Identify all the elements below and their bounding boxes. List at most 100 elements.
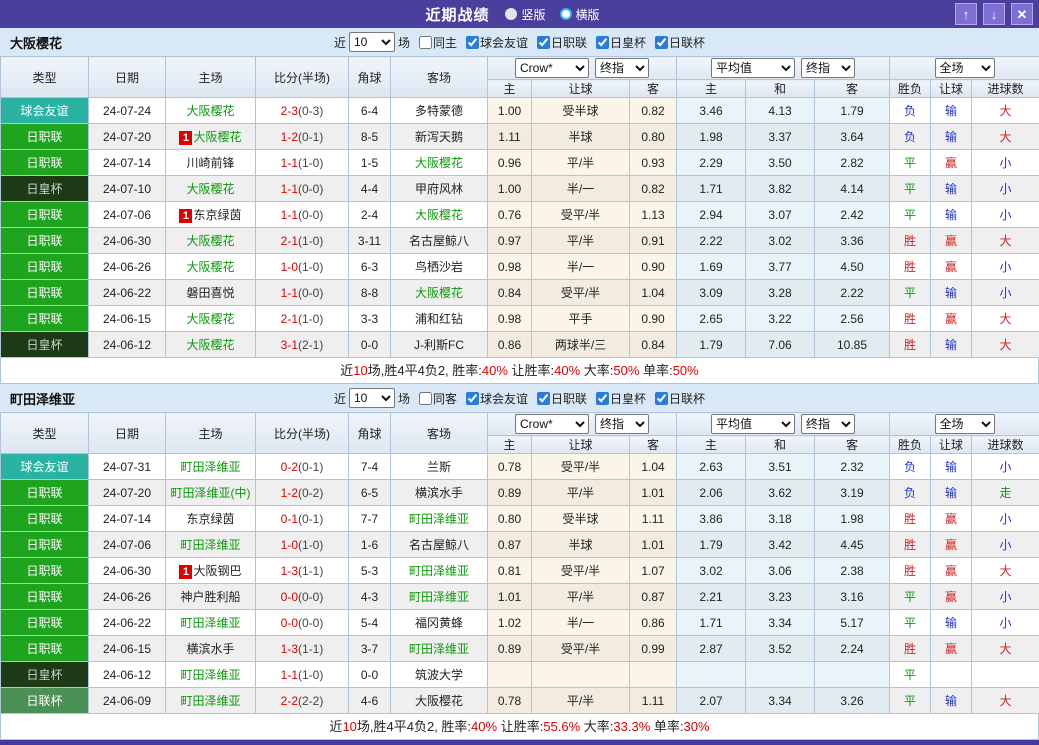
result-handicap: 赢	[945, 234, 957, 248]
home-odds: 0.98	[488, 254, 532, 280]
result-handicap: 输	[945, 338, 957, 352]
result-wdl-cell: 胜	[890, 558, 931, 584]
away-team-cell: 町田泽维亚	[391, 636, 488, 662]
home-team-name: 横滨水手	[186, 642, 234, 656]
odds-stage-select[interactable]: 终指	[595, 414, 649, 434]
same-venue-checkbox[interactable]	[419, 36, 432, 49]
match-row: 日皇杯24-06-12大阪樱花3-1(2-1)0-0J-利斯FC0.86两球半/…	[1, 332, 1039, 358]
bookmaker-select[interactable]: Crow*	[515, 58, 589, 78]
result-handicap-cell: 输	[931, 124, 972, 150]
away-odds: 0.80	[630, 124, 677, 150]
corner-count: 8-5	[349, 124, 391, 150]
result-handicap-cell: 输	[931, 480, 972, 506]
horizontal-layout-radio[interactable]	[560, 8, 572, 20]
result-handicap: 赢	[945, 642, 957, 656]
league-type-badge: 日职联	[1, 506, 89, 532]
avg-home-odds: 2.06	[677, 480, 746, 506]
odds-stage-select[interactable]: 终指	[595, 58, 649, 78]
avg-home-odds: 2.21	[677, 584, 746, 610]
close-button[interactable]: ✕	[1011, 3, 1033, 25]
move-up-button[interactable]: ↑	[955, 3, 977, 25]
corner-count: 3-11	[349, 228, 391, 254]
match-date: 24-06-22	[89, 280, 166, 306]
handicap-line: 受平/半	[532, 454, 630, 480]
avg-stage-select[interactable]: 终指	[801, 58, 855, 78]
away-team-cell: 多特蒙德	[391, 98, 488, 124]
result-goals-cell	[972, 662, 1039, 688]
result-goals-cell: 大	[972, 688, 1039, 714]
home-odds: 0.96	[488, 150, 532, 176]
same-venue-checkbox[interactable]	[419, 392, 432, 405]
league-filter-emperor-cup-checkbox[interactable]	[596, 392, 609, 405]
result-wdl-cell: 胜	[890, 532, 931, 558]
away-team-name: 浦和红钻	[415, 312, 463, 326]
away-team-name: 町田泽维亚	[409, 590, 469, 604]
result-wdl-cell: 胜	[890, 506, 931, 532]
corner-count: 3-7	[349, 636, 391, 662]
avg-stage-select[interactable]: 终指	[801, 414, 855, 434]
sub-header-goals: 进球数	[972, 80, 1039, 98]
league-type-badge: 日职联	[1, 202, 89, 228]
average-select[interactable]: 平均值	[711, 58, 795, 78]
away-odds: 0.93	[630, 150, 677, 176]
home-team-cell: 神户胜利船	[166, 584, 256, 610]
full-match-select[interactable]: 全场	[935, 414, 995, 434]
home-team-cell: 川崎前锋	[166, 150, 256, 176]
home-team-name: 町田泽维亚	[180, 668, 240, 682]
away-odds: 1.11	[630, 506, 677, 532]
result-goals: 大	[1000, 104, 1012, 118]
league-filter-friendly-checkbox[interactable]	[466, 392, 479, 405]
result-goals-cell: 大	[972, 306, 1039, 332]
league-filter-jleague-label: 日职联	[551, 390, 587, 407]
match-date: 24-06-09	[89, 688, 166, 714]
fulltime-score: 1-0	[281, 260, 298, 274]
away-team-name: 多特蒙德	[415, 104, 463, 118]
score-cell: 1-1(0-0)	[256, 202, 349, 228]
away-odds: 1.07	[630, 558, 677, 584]
bookmaker-select[interactable]: Crow*	[515, 414, 589, 434]
result-goals-cell: 小	[972, 532, 1039, 558]
handicap-line: 平/半	[532, 688, 630, 714]
result-wdl: 胜	[904, 538, 916, 552]
away-odds	[630, 662, 677, 688]
home-team-cell: 町田泽维亚	[166, 454, 256, 480]
away-odds: 0.90	[630, 254, 677, 280]
full-match-select[interactable]: 全场	[935, 58, 995, 78]
match-count-select[interactable]: 10	[349, 32, 395, 52]
sub-header-avg-away: 客	[815, 80, 890, 98]
average-select[interactable]: 平均值	[711, 414, 795, 434]
league-filter-league-cup-checkbox[interactable]	[655, 392, 668, 405]
handicap-line: 半/一	[532, 176, 630, 202]
match-count-select[interactable]: 10	[349, 388, 395, 408]
sub-header-home-odds: 主	[488, 436, 532, 454]
league-filter-jleague-checkbox[interactable]	[537, 392, 550, 405]
result-goals-cell: 小	[972, 176, 1039, 202]
result-handicap: 赢	[945, 260, 957, 274]
col-header-score: 比分(半场)	[256, 57, 349, 98]
filter-controls: 近 10 场 同主 球会友谊 日职联 日皇杯 日联杯	[334, 32, 705, 52]
fulltime-score: 1-1	[281, 208, 298, 222]
results-table: 类型 日期 主场 比分(半场) 角球 客场 Crow*终指 平均值终指 全场 主…	[0, 412, 1039, 714]
halftime-score: (0-0)	[298, 182, 323, 196]
result-handicap-cell: 输	[931, 202, 972, 228]
league-filter-jleague-checkbox[interactable]	[537, 36, 550, 49]
league-filter-emperor-cup-label: 日皇杯	[610, 34, 646, 51]
corner-count: 0-0	[349, 662, 391, 688]
move-down-button[interactable]: ↓	[983, 3, 1005, 25]
league-filter-league-cup-checkbox[interactable]	[655, 36, 668, 49]
home-team-cell: 1东京绿茵	[166, 202, 256, 228]
away-odds: 0.82	[630, 98, 677, 124]
summary-text: 33.3%	[613, 719, 650, 734]
vertical-layout-radio[interactable]	[505, 8, 517, 20]
home-team-cell: 大阪樱花	[166, 228, 256, 254]
league-filter-emperor-cup-checkbox[interactable]	[596, 36, 609, 49]
home-team-cell: 大阪樱花	[166, 176, 256, 202]
result-handicap: 输	[945, 486, 957, 500]
window-title: 近期战绩	[425, 4, 489, 25]
avg-draw-odds: 7.06	[746, 332, 815, 358]
summary-text: 30%	[684, 719, 710, 734]
league-filter-friendly-checkbox[interactable]	[466, 36, 479, 49]
summary-text: 10	[353, 363, 367, 378]
halftime-score: (1-0)	[298, 538, 323, 552]
home-team-name: 川崎前锋	[186, 156, 234, 170]
